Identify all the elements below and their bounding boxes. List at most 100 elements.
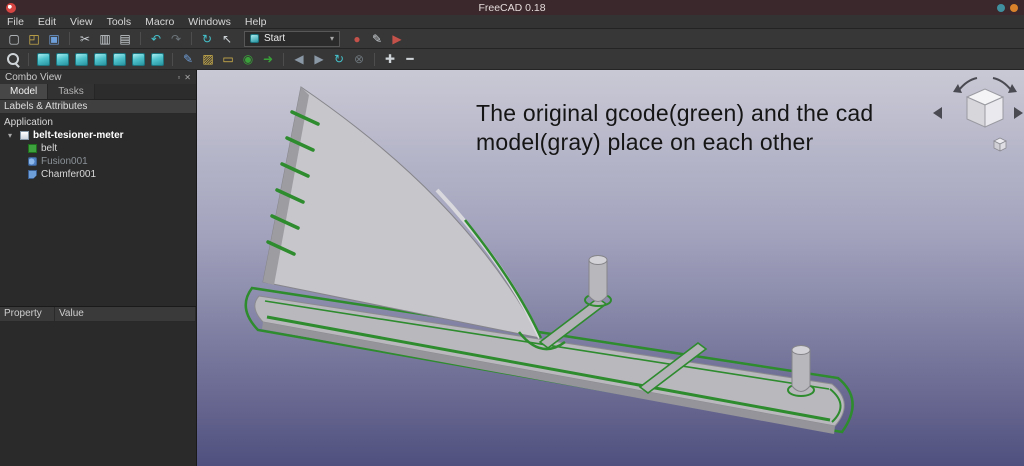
zoom-out-icon[interactable]: ━ bbox=[401, 51, 419, 68]
tree-item-label: Chamfer001 bbox=[41, 169, 97, 180]
macro-play-icon[interactable]: ▶ bbox=[388, 30, 406, 47]
menu-help[interactable]: Help bbox=[238, 16, 274, 28]
annotation-line-2: model(gray) place on each other bbox=[476, 128, 814, 155]
combo-view-panel: Combo View ▫ ✕ Model Tasks Labels & Attr… bbox=[0, 70, 197, 466]
select-icon[interactable]: ↖ bbox=[218, 30, 236, 47]
view-fit-icon[interactable] bbox=[37, 52, 50, 66]
undo-icon[interactable]: ↶ bbox=[147, 30, 165, 47]
window-titlebar[interactable]: FreeCAD 0.18 bbox=[0, 0, 1024, 15]
workbench-selected-label: Start bbox=[264, 33, 286, 44]
tree-item-belt-tesioner-meter[interactable]: ▾ belt-tesioner-meter bbox=[0, 129, 196, 142]
float-panel-icon[interactable]: ▫ bbox=[177, 73, 180, 82]
3d-viewport[interactable]: The original gcode(green) and the cad mo… bbox=[197, 70, 1024, 466]
menu-file[interactable]: File bbox=[0, 16, 31, 28]
nav-forward-icon[interactable]: ▶ bbox=[310, 51, 328, 68]
tab-model[interactable]: Model bbox=[0, 84, 49, 99]
refresh-icon[interactable]: ↻ bbox=[198, 30, 216, 47]
combo-view-header[interactable]: Combo View ▫ ✕ bbox=[0, 70, 196, 84]
value-column-header[interactable]: Value bbox=[55, 307, 196, 321]
scene-icon[interactable]: ◉ bbox=[239, 51, 257, 68]
titlebar-indicators bbox=[997, 3, 1018, 12]
combo-view-tabs: Model Tasks bbox=[0, 84, 196, 100]
menu-windows[interactable]: Windows bbox=[181, 16, 238, 28]
view-top-icon[interactable] bbox=[94, 52, 107, 66]
annotation-line-1: The original gcode(green) and the cad bbox=[476, 100, 874, 126]
toolbar-separator bbox=[140, 32, 141, 45]
redo-icon[interactable]: ↷ bbox=[167, 30, 185, 47]
model-tree[interactable]: Application ▾ belt-tesioner-meter belt F… bbox=[0, 114, 196, 306]
rotate-cw-arrow-icon bbox=[992, 77, 1012, 91]
navigation-cube[interactable] bbox=[933, 77, 1023, 128]
property-table-body[interactable] bbox=[0, 322, 196, 466]
rotate-right-arrow-icon bbox=[1014, 107, 1023, 119]
paste-icon[interactable]: ▤ bbox=[116, 30, 134, 47]
expander-icon[interactable]: ▾ bbox=[8, 131, 16, 140]
abort-icon[interactable]: ⊗ bbox=[350, 51, 368, 68]
rotate-left-arrow-icon bbox=[933, 107, 942, 119]
macro-record-icon[interactable]: ● bbox=[348, 30, 366, 47]
toolbar-view: ✎ ▨ ▭ ◉ ➜ ◀ ▶ ↻ ⊗ ✚ ━ bbox=[0, 49, 1024, 70]
clipping-icon[interactable]: ▨ bbox=[199, 51, 217, 68]
workbench-selector[interactable]: Start ▾ bbox=[244, 30, 340, 47]
nav-back-icon[interactable]: ◀ bbox=[290, 51, 308, 68]
window-title: FreeCAD 0.18 bbox=[478, 1, 546, 14]
tab-tasks[interactable]: Tasks bbox=[48, 84, 95, 99]
tree-item-fusion001[interactable]: Fusion001 bbox=[0, 155, 196, 168]
status-indicator-icon[interactable] bbox=[997, 3, 1005, 12]
labels-attributes-label: Labels & Attributes bbox=[4, 101, 88, 112]
file-tool-group: ▢ ◰ ▣ ✂ ▥ ▤ ↶ ↷ ↻ ↖ bbox=[5, 30, 236, 47]
menu-bar: File Edit View Tools Macro Windows Help bbox=[0, 15, 1024, 29]
main-area: Combo View ▫ ✕ Model Tasks Labels & Attr… bbox=[0, 70, 1024, 466]
toolbar-separator bbox=[191, 32, 192, 45]
new-file-icon[interactable]: ▢ bbox=[5, 30, 23, 47]
nav-mini-cube[interactable] bbox=[993, 137, 1007, 152]
chamfer-object-icon bbox=[28, 170, 37, 179]
toolbar-separator bbox=[172, 52, 173, 66]
menu-macro[interactable]: Macro bbox=[138, 16, 181, 28]
toolbar-file: ▢ ◰ ▣ ✂ ▥ ▤ ↶ ↷ ↻ ↖ Start ▾ ● ✎ ▶ bbox=[0, 29, 1024, 49]
view-rear-icon[interactable] bbox=[132, 52, 145, 66]
tree-item-label: Fusion001 bbox=[41, 156, 88, 167]
copy-icon[interactable]: ▥ bbox=[96, 30, 114, 47]
menu-view[interactable]: View bbox=[63, 16, 100, 28]
cad-post-1 bbox=[584, 255, 612, 307]
cut-icon[interactable]: ✂ bbox=[76, 30, 94, 47]
menu-tools[interactable]: Tools bbox=[100, 16, 139, 28]
toolbar-separator bbox=[283, 52, 284, 66]
zoom-in-icon[interactable]: ✚ bbox=[381, 51, 399, 68]
fusion-object-icon bbox=[28, 157, 37, 166]
tree-item-label: belt bbox=[41, 143, 58, 154]
property-column-header[interactable]: Property bbox=[0, 307, 55, 321]
sync-icon[interactable]: ↻ bbox=[330, 51, 348, 68]
viewport-annotation: The original gcode(green) and the cad mo… bbox=[476, 99, 873, 157]
texture-icon[interactable]: ▭ bbox=[219, 51, 237, 68]
property-editor: Property Value bbox=[0, 306, 196, 466]
close-panel-icon[interactable]: ✕ bbox=[184, 73, 191, 82]
toolbar-separator bbox=[374, 52, 375, 66]
view-bottom-icon[interactable] bbox=[151, 52, 164, 66]
labels-attributes-header: Labels & Attributes bbox=[0, 100, 196, 114]
measure-icon[interactable]: ✎ bbox=[179, 51, 197, 68]
view-right-icon[interactable] bbox=[113, 52, 126, 66]
notification-icon[interactable] bbox=[1010, 3, 1018, 12]
view-front-icon[interactable] bbox=[75, 52, 88, 66]
menu-edit[interactable]: Edit bbox=[31, 16, 63, 28]
tree-item-chamfer001[interactable]: Chamfer001 bbox=[0, 168, 196, 181]
macro-tool-group: ● ✎ ▶ bbox=[348, 30, 406, 47]
zoom-icon[interactable] bbox=[7, 52, 20, 66]
tree-item-label: Application bbox=[4, 117, 53, 128]
open-file-icon[interactable]: ◰ bbox=[25, 30, 43, 47]
tree-item-label: belt-tesioner-meter bbox=[33, 130, 124, 141]
rotate-ccw-arrow-icon bbox=[958, 77, 978, 91]
macro-edit-icon[interactable]: ✎ bbox=[368, 30, 386, 47]
property-table-header: Property Value bbox=[0, 307, 196, 322]
gcode-object-icon bbox=[28, 144, 37, 153]
toolbar-separator bbox=[69, 32, 70, 45]
save-icon[interactable]: ▣ bbox=[45, 30, 63, 47]
tree-item-belt[interactable]: belt bbox=[0, 142, 196, 155]
link-icon[interactable]: ➜ bbox=[259, 51, 277, 68]
toolbar-separator bbox=[28, 52, 29, 66]
chevron-down-icon: ▾ bbox=[329, 34, 334, 43]
view-axonometric-icon[interactable] bbox=[56, 52, 69, 66]
tree-item-application[interactable]: Application bbox=[0, 116, 196, 129]
